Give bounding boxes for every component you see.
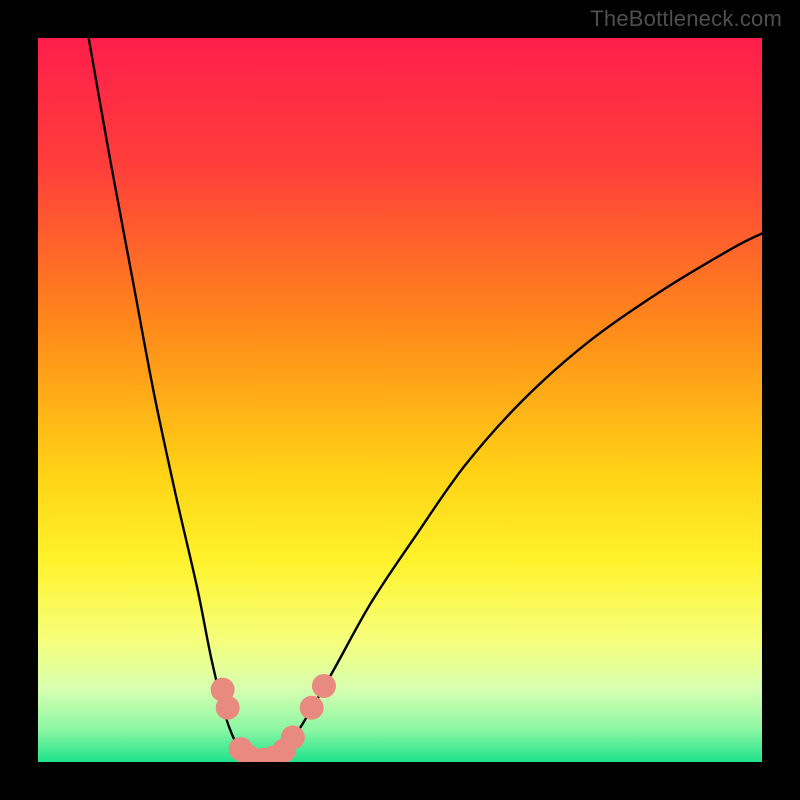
gradient-background [38, 38, 762, 762]
plot-area [38, 38, 762, 762]
chart-frame: TheBottleneck.com [0, 0, 800, 800]
bottleneck-plot [38, 38, 762, 762]
data-marker [216, 696, 240, 720]
watermark-label: TheBottleneck.com [590, 6, 782, 32]
data-marker [281, 725, 305, 749]
data-marker [300, 696, 324, 720]
data-marker [312, 674, 336, 698]
